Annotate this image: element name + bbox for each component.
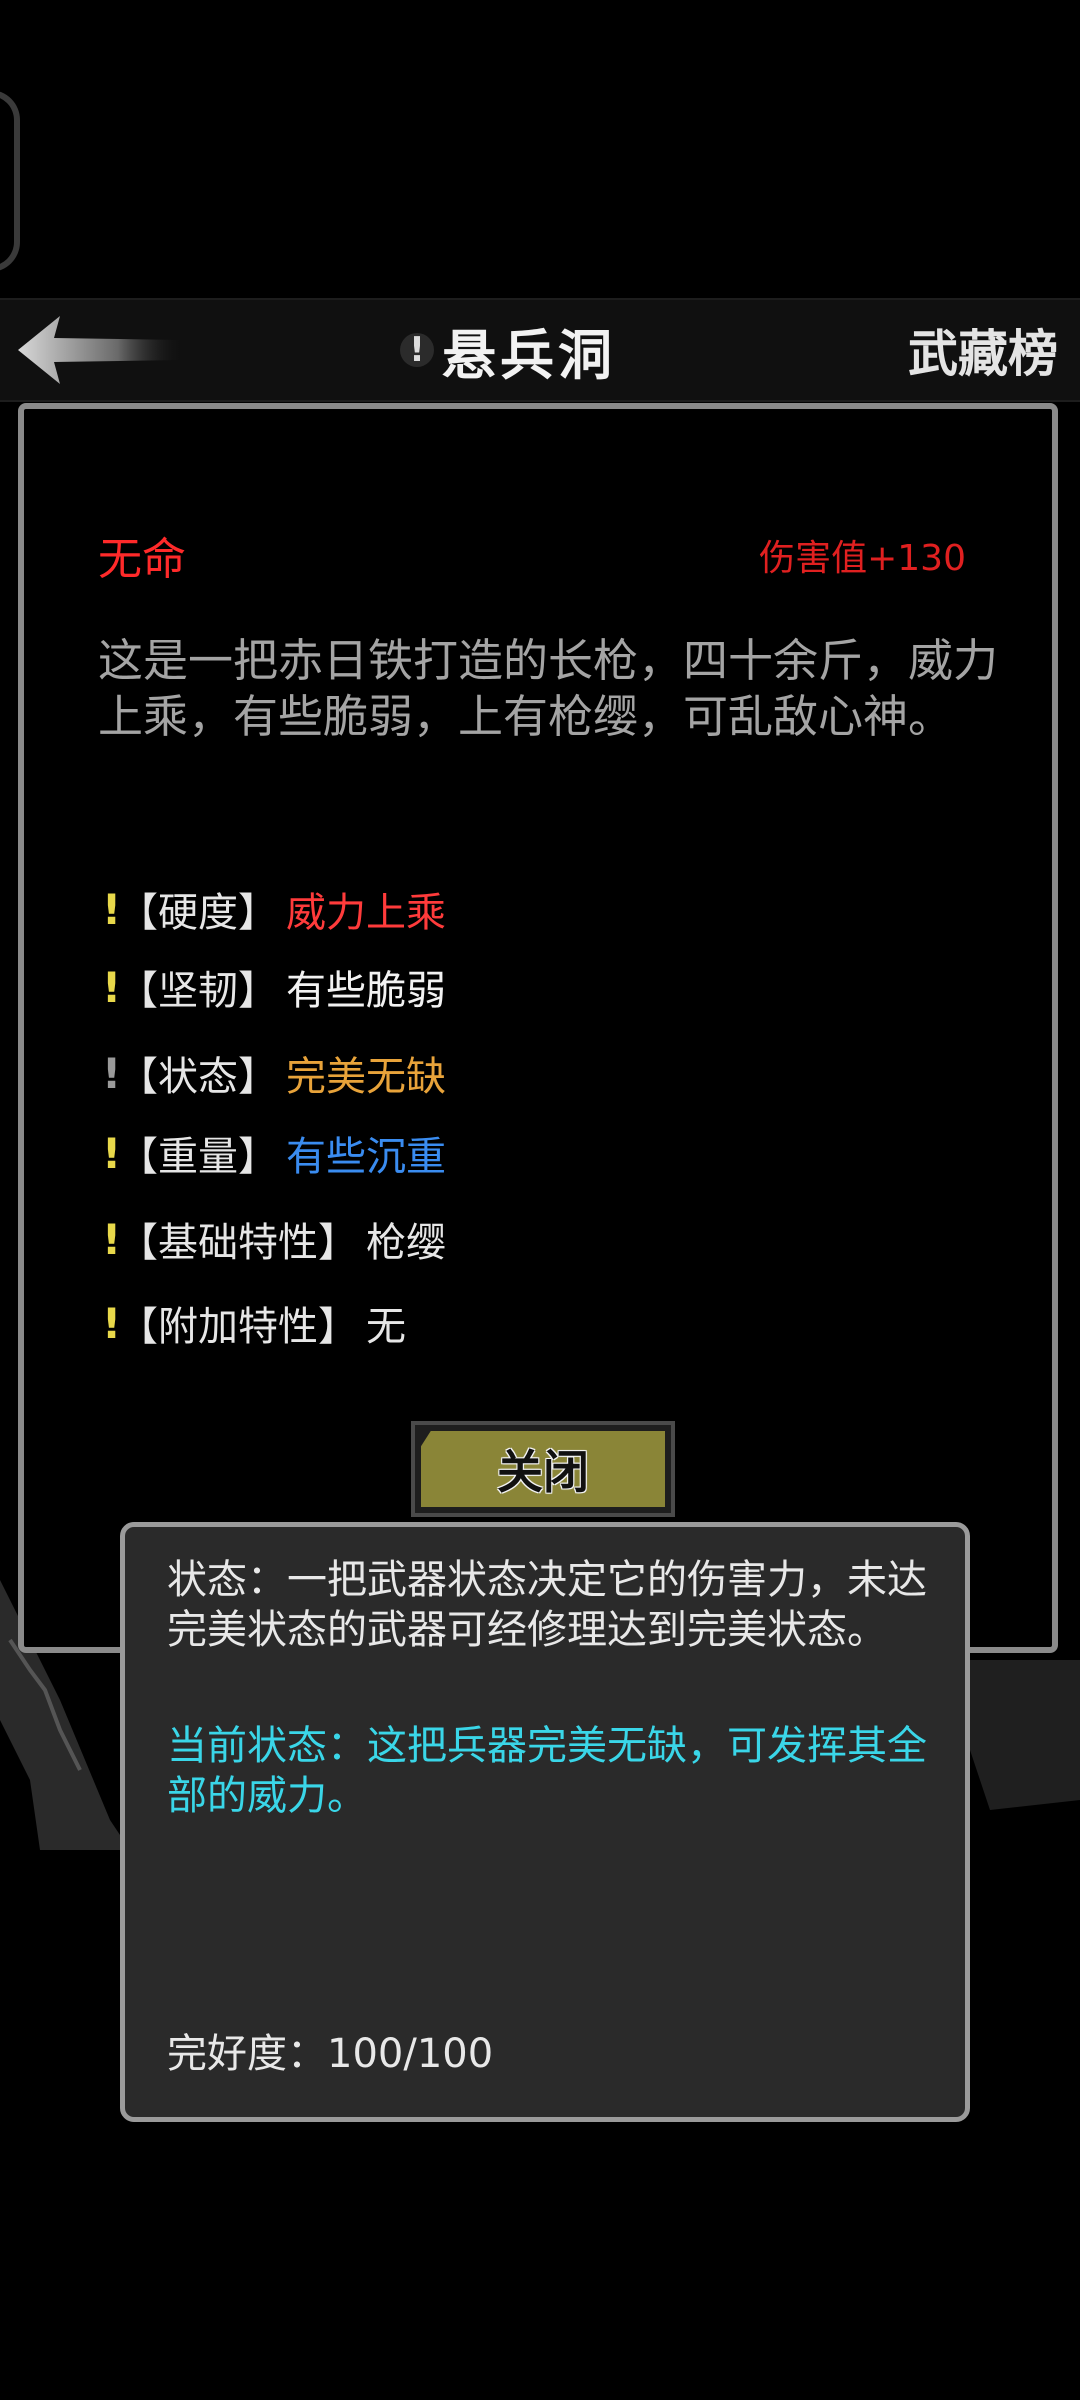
- attribute-condition[interactable]: ! 【状态】 完美无缺: [102, 1045, 446, 1101]
- item-detail-card: 无命 伤害值+130 这是一把赤日铁打造的长枪，四十余斤，威力上乘，有些脆弱，上…: [18, 403, 1058, 1653]
- attribute-weight[interactable]: ! 【重量】 有些沉重: [102, 1125, 446, 1181]
- close-button-face: 关闭: [421, 1431, 665, 1507]
- attribute-label: 【附加特性】: [118, 1304, 358, 1350]
- attribute-hardness[interactable]: ! 【硬度】 威力上乘: [102, 881, 446, 937]
- item-description: 这是一把赤日铁打造的长枪，四十余斤，威力上乘，有些脆弱，上有枪缨，可乱敌心神。: [98, 634, 999, 743]
- header-bar: ! 悬兵洞 武藏榜: [0, 298, 1080, 402]
- tooltip-description: 状态：一把武器状态决定它的伤害力，未达完美状态的武器可经修理达到完美状态。: [167, 1557, 927, 1653]
- game-screen: ! 悬兵洞 武藏榜 无命 伤害值+130 这是一把赤日铁打造的长枪，四十余斤，威…: [0, 0, 1080, 2400]
- attribute-label: 【硬度】: [118, 890, 278, 936]
- attribute-toughness[interactable]: ! 【坚韧】 有些脆弱: [102, 959, 446, 1015]
- damage-value: 伤害值+130: [759, 538, 966, 579]
- exclamation-icon: !: [102, 1128, 122, 1178]
- tooltip-current-state: 当前状态：这把兵器完美无缺，可发挥其全部的威力。: [167, 1723, 927, 1819]
- attribute-label: 【状态】: [118, 1054, 278, 1100]
- exclamation-icon: !: [102, 962, 122, 1012]
- attribute-value: 无: [366, 1304, 406, 1350]
- attribute-extra-trait[interactable]: ! 【附加特性】 无: [102, 1295, 406, 1351]
- attribute-label: 【坚韧】: [118, 968, 278, 1014]
- exclamation-icon: !: [102, 884, 122, 934]
- exclamation-icon: !: [400, 333, 434, 367]
- page-title: 悬兵洞: [442, 322, 616, 387]
- close-label: 关闭: [497, 1445, 589, 1499]
- title-group: ! 悬兵洞: [400, 308, 616, 392]
- attribute-value: 威力上乘: [286, 890, 446, 936]
- exclamation-icon: !: [102, 1298, 122, 1348]
- close-button[interactable]: 关闭: [411, 1421, 675, 1517]
- attribute-label: 【基础特性】: [118, 1220, 358, 1266]
- attribute-value: 有些沉重: [286, 1134, 446, 1180]
- condition-tooltip: 状态：一把武器状态决定它的伤害力，未达完美状态的武器可经修理达到完美状态。 当前…: [120, 1522, 970, 2122]
- arrow-left-icon: [18, 316, 184, 384]
- ranking-link[interactable]: 武藏榜: [908, 314, 1058, 386]
- attribute-value: 枪缨: [366, 1220, 446, 1266]
- exclamation-icon: !: [102, 1214, 122, 1264]
- attribute-base-trait[interactable]: ! 【基础特性】 枪缨: [102, 1211, 446, 1267]
- rock-shard-right-decoration: [960, 1660, 1080, 1810]
- back-button[interactable]: [14, 314, 184, 386]
- attribute-value: 有些脆弱: [286, 968, 446, 1014]
- exclamation-icon: !: [102, 1048, 122, 1098]
- attribute-value: 完美无缺: [286, 1054, 446, 1100]
- corner-decoration: [0, 90, 20, 272]
- item-name: 无命: [98, 534, 186, 585]
- attribute-label: 【重量】: [118, 1134, 278, 1180]
- tooltip-integrity: 完好度：100/100: [167, 2031, 494, 2077]
